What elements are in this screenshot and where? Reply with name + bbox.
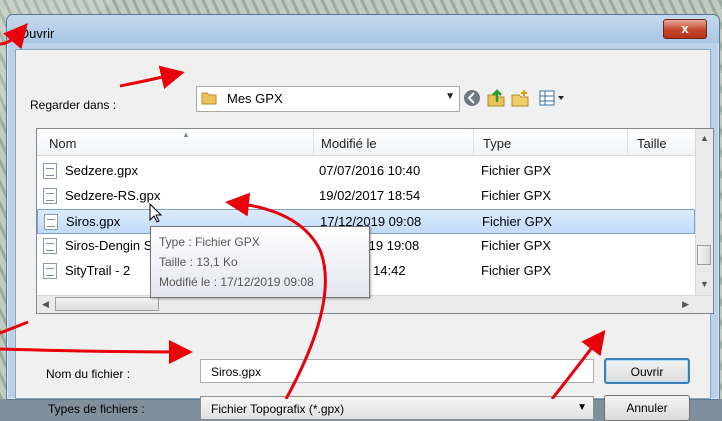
annotation-layer xyxy=(0,23,606,399)
annotation-arrow xyxy=(0,23,28,50)
annotation-arrow xyxy=(550,329,606,399)
filetype-label: Types de fichiers : xyxy=(48,402,145,416)
filetype-combo[interactable]: Fichier Topografix (*.gpx) ▼ xyxy=(200,396,594,420)
cursor-icon xyxy=(149,202,163,223)
chevron-down-icon[interactable]: ▼ xyxy=(577,402,587,413)
annotation-arrow xyxy=(225,192,327,399)
filetype-value: Fichier Topografix (*.gpx) xyxy=(211,402,345,416)
annotation-arrow xyxy=(0,339,193,364)
annotation-arrow xyxy=(119,65,185,90)
annotation-arrow xyxy=(0,320,29,335)
